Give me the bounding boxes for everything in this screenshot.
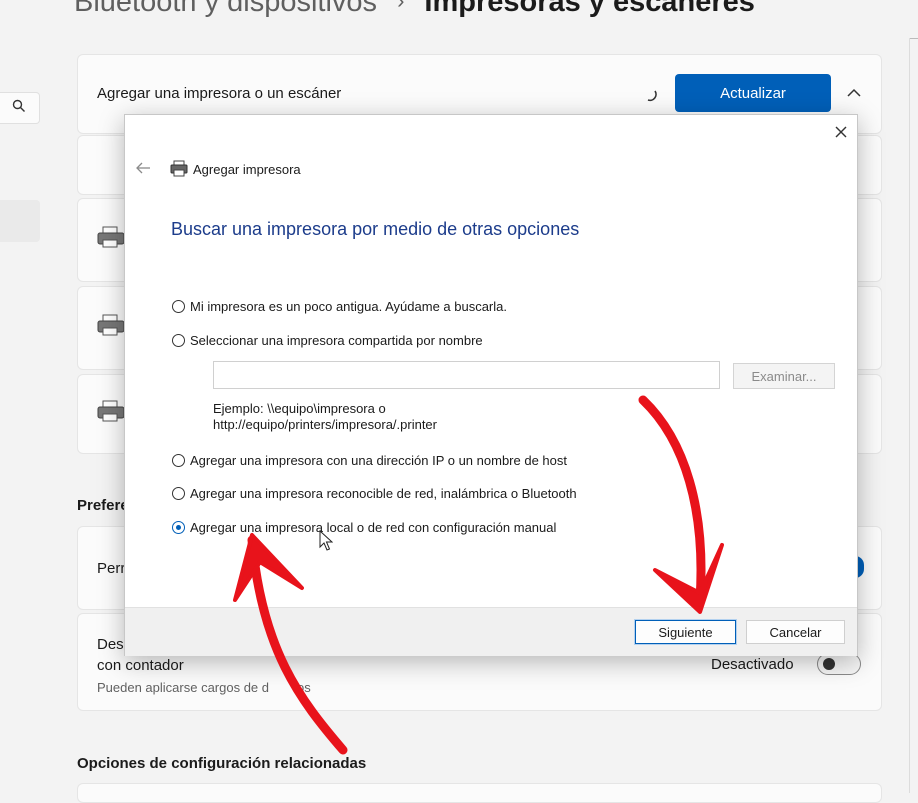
breadcrumb-parent[interactable]: Bluetooth y dispositivos — [74, 0, 377, 18]
printer-icon — [97, 314, 127, 341]
back-arrow-icon[interactable] — [135, 159, 151, 179]
breadcrumb: Bluetooth y dispositivos › Impresoras y es… — [74, 0, 755, 19]
example-line-2: http://equipo/printers/impresora/.printe… — [213, 417, 437, 432]
cancel-button[interactable]: Cancelar — [746, 620, 845, 644]
option-label: Mi impresora es un poco antigua. Ayúdame… — [190, 298, 507, 314]
radio-button-selected[interactable] — [172, 520, 185, 534]
option-ip-or-hostname[interactable]: Agregar una impresora con una dirección … — [172, 451, 567, 469]
radio-button[interactable] — [172, 453, 185, 467]
page-title: Impresoras y escáneres — [424, 0, 755, 18]
nav-selected-item[interactable] — [0, 200, 40, 242]
option-label: Seleccionar una impresora compartida por… — [190, 332, 483, 348]
metered-sub-label: Pueden aplicarse cargos de d — [97, 680, 270, 695]
metered-toggle[interactable] — [817, 653, 861, 675]
search-box[interactable] — [0, 92, 40, 124]
related-settings-heading: Opciones de configuración relacionadas — [77, 755, 367, 772]
radio-button[interactable] — [172, 299, 185, 313]
dialog-title: Agregar impresora — [193, 162, 301, 177]
dialog-footer: Siguiente Cancelar — [125, 607, 857, 656]
metered-label-line1: Des — [97, 636, 124, 653]
printer-icon — [97, 400, 127, 427]
dialog-heading: Buscar una impresora por medio de otras … — [171, 219, 580, 239]
option-local-manual[interactable]: Agregar una impresora local o de red con… — [172, 518, 556, 536]
close-icon[interactable] — [830, 121, 852, 143]
related-settings-card — [77, 783, 882, 803]
option-old-printer[interactable]: Mi impresora es un poco antigua. Ayúdame… — [172, 297, 507, 315]
browse-button[interactable]: Examinar... — [733, 363, 835, 389]
example-text: Ejemplo: \\equipo\impresora o http://equ… — [213, 401, 437, 433]
printer-name-input[interactable] — [213, 361, 720, 389]
radio-button[interactable] — [172, 486, 185, 500]
option-network-wireless-bluetooth[interactable]: Agregar una impresora reconocible de red… — [172, 484, 577, 502]
add-printer-dialog: Agregar impresora Buscar una impresora p… — [124, 114, 858, 656]
metered-label-line2: con contador — [97, 657, 184, 674]
divider — [909, 38, 910, 793]
loading-spinner-icon — [644, 88, 658, 107]
radio-button[interactable] — [172, 333, 185, 347]
next-button[interactable]: Siguiente — [634, 619, 737, 645]
metered-sub-label-end: os — [297, 680, 311, 695]
add-printer-label: Agregar una impresora o un escáner — [97, 85, 342, 102]
chevron-up-icon[interactable] — [846, 86, 862, 104]
refresh-button[interactable]: Actualizar — [675, 74, 831, 112]
printer-icon — [170, 160, 188, 182]
option-label: Agregar una impresora reconocible de red… — [190, 485, 577, 501]
option-shared-by-name[interactable]: Seleccionar una impresora compartida por… — [172, 331, 483, 349]
printer-icon — [97, 226, 127, 253]
scrollbar[interactable] — [909, 38, 918, 47]
toggle-state-label: Desactivado — [711, 656, 794, 673]
option-label: Agregar una impresora con una dirección … — [190, 452, 567, 468]
search-icon — [12, 99, 26, 118]
preferences-heading: Prefere — [77, 497, 129, 514]
example-line-1: Ejemplo: \\equipo\impresora o — [213, 401, 386, 416]
option-label: Agregar una impresora local o de red con… — [190, 519, 557, 535]
breadcrumb-separator: › — [397, 0, 405, 13]
mouse-cursor-icon — [319, 529, 334, 557]
preference-row-1-label: Perr — [97, 560, 126, 577]
